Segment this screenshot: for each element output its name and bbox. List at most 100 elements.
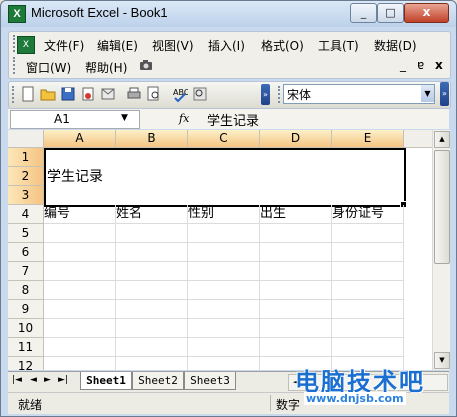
grid-cell[interactable] xyxy=(44,243,116,262)
name-box[interactable]: A1 ▼ xyxy=(10,110,140,129)
minimize-button[interactable]: _ xyxy=(350,3,377,23)
menu-data[interactable]: 数据(D) xyxy=(371,36,420,55)
print-icon[interactable] xyxy=(126,86,142,102)
doc-minimize-button[interactable]: _ xyxy=(400,58,406,72)
row-header-10[interactable]: 10 xyxy=(8,319,44,338)
grid-cell[interactable] xyxy=(44,262,116,281)
grid-cell[interactable] xyxy=(116,243,188,262)
camera-icon[interactable] xyxy=(139,59,153,71)
new-icon[interactable] xyxy=(20,86,36,102)
grid-cell[interactable] xyxy=(260,224,332,243)
grid-cell[interactable] xyxy=(116,319,188,338)
menu-window[interactable]: 窗口(W) xyxy=(23,58,74,77)
insert-function-icon[interactable]: fx xyxy=(179,112,189,125)
scroll-thumb[interactable] xyxy=(434,150,450,264)
font-name-select[interactable]: 宋体 xyxy=(283,84,435,104)
grid-cell[interactable] xyxy=(44,281,116,300)
scroll-down-arrow-icon[interactable]: ▼ xyxy=(434,352,450,369)
workbook-icon[interactable]: X xyxy=(17,36,35,54)
grid-cell[interactable] xyxy=(44,224,116,243)
grid-cell[interactable] xyxy=(188,243,260,262)
name-box-dropdown-icon[interactable]: ▼ xyxy=(121,113,128,123)
row-header-12[interactable]: 12 xyxy=(8,357,44,370)
open-icon[interactable] xyxy=(40,86,56,102)
menu-insert[interactable]: 插入(I) xyxy=(205,36,248,55)
grid-cell[interactable] xyxy=(44,300,116,319)
grid-cell[interactable] xyxy=(332,281,404,300)
grid-cell[interactable] xyxy=(260,243,332,262)
row-header-2[interactable]: 2 xyxy=(8,167,44,186)
email-icon[interactable] xyxy=(100,86,116,102)
doc-close-button[interactable]: x xyxy=(435,58,443,72)
column-header-f[interactable] xyxy=(404,130,432,148)
grid-cell[interactable] xyxy=(44,319,116,338)
first-sheet-icon[interactable]: |◄ xyxy=(12,375,22,385)
cell-a4[interactable]: 编号 xyxy=(44,205,116,224)
spelling-icon[interactable]: ABC xyxy=(172,86,190,103)
sheet-tab-sheet1[interactable]: Sheet1 xyxy=(80,372,132,390)
save-icon[interactable] xyxy=(60,86,76,102)
grid-cell[interactable] xyxy=(188,300,260,319)
grid-cell[interactable] xyxy=(188,224,260,243)
maximize-button[interactable]: □ xyxy=(377,3,404,23)
column-header-b[interactable]: B xyxy=(116,130,188,148)
menu-help[interactable]: 帮助(H) xyxy=(82,58,130,77)
prev-sheet-icon[interactable]: ◄ xyxy=(30,375,37,385)
cell-e4[interactable]: 身份证号 xyxy=(332,205,404,224)
column-header-d[interactable]: D xyxy=(260,130,332,148)
grid-cell[interactable] xyxy=(188,338,260,357)
next-sheet-icon[interactable]: ► xyxy=(44,375,51,385)
cell-b4[interactable]: 姓名 xyxy=(116,205,188,224)
grid-cell[interactable] xyxy=(116,262,188,281)
column-header-e[interactable]: E xyxy=(332,130,404,148)
grid-cell[interactable] xyxy=(332,262,404,281)
grid-cell[interactable] xyxy=(260,338,332,357)
cell-c4[interactable]: 性别 xyxy=(188,205,260,224)
grid-cell[interactable] xyxy=(332,300,404,319)
grid-cell[interactable] xyxy=(332,319,404,338)
print-preview-icon[interactable] xyxy=(146,86,162,102)
research-icon[interactable] xyxy=(192,86,208,102)
grid-cell[interactable] xyxy=(188,319,260,338)
grid-cell[interactable] xyxy=(332,338,404,357)
scroll-up-arrow-icon[interactable]: ▲ xyxy=(434,131,450,148)
grid-cell[interactable] xyxy=(188,262,260,281)
vertical-scrollbar[interactable]: ▲ ▼ xyxy=(432,130,450,370)
grid-cell[interactable] xyxy=(116,357,188,370)
excel-app-icon[interactable]: X xyxy=(8,5,26,23)
row-header-8[interactable]: 8 xyxy=(8,281,44,300)
menu-view[interactable]: 视图(V) xyxy=(149,36,197,55)
cell-d4[interactable]: 出生 xyxy=(260,205,332,224)
row-header-1[interactable]: 1 xyxy=(8,148,44,167)
row-header-3[interactable]: 3 xyxy=(8,186,44,205)
grid-cell[interactable] xyxy=(332,224,404,243)
sheet-tab-sheet3[interactable]: Sheet3 xyxy=(184,372,236,390)
toolbar-options-chevron-icon[interactable]: » xyxy=(261,84,270,105)
menu-file[interactable]: 文件(F) xyxy=(41,36,87,55)
sheet-tab-sheet2[interactable]: Sheet2 xyxy=(132,372,184,390)
grid-cell[interactable] xyxy=(260,319,332,338)
grid-cell[interactable] xyxy=(332,243,404,262)
doc-restore-button[interactable]: ɐ xyxy=(417,58,424,72)
menu-format[interactable]: 格式(O) xyxy=(258,36,307,55)
grid-cell[interactable] xyxy=(44,357,116,370)
grid-cell[interactable] xyxy=(116,300,188,319)
merged-title-cell[interactable]: 学生记录 xyxy=(44,148,406,207)
column-header-c[interactable]: C xyxy=(188,130,260,148)
grid-cell[interactable] xyxy=(260,281,332,300)
select-all-corner[interactable] xyxy=(8,130,44,148)
grid-cell[interactable] xyxy=(188,281,260,300)
row-header-7[interactable]: 7 xyxy=(8,262,44,281)
menu-edit[interactable]: 编辑(E) xyxy=(94,36,141,55)
menubar-grip-2[interactable] xyxy=(13,57,18,74)
row-header-5[interactable]: 5 xyxy=(8,224,44,243)
column-header-a[interactable]: A xyxy=(44,130,116,148)
formula-input[interactable]: 学生记录 xyxy=(200,110,440,129)
last-sheet-icon[interactable]: ►| xyxy=(58,375,68,385)
menu-tools[interactable]: 工具(T) xyxy=(315,36,362,55)
grid-cell[interactable] xyxy=(44,338,116,357)
grid-cell[interactable] xyxy=(188,357,260,370)
row-header-9[interactable]: 9 xyxy=(8,300,44,319)
grid-cell[interactable] xyxy=(116,338,188,357)
row-header-11[interactable]: 11 xyxy=(8,338,44,357)
